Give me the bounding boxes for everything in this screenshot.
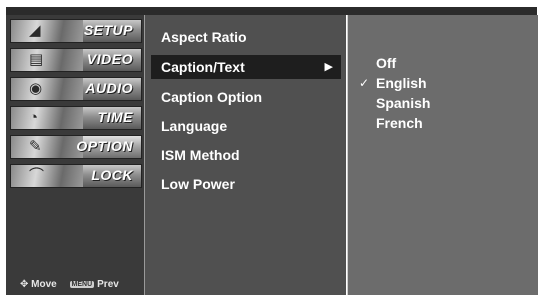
- option-menu: Aspect Ratio Caption/Text ▶ Caption Optio…: [145, 15, 346, 295]
- category-lock[interactable]: ⌒ LOCK: [10, 164, 142, 188]
- menu-key-icon: MENU: [69, 281, 95, 288]
- category-label: LOCK: [91, 167, 133, 183]
- option-icon: ✎: [29, 138, 42, 155]
- option-off[interactable]: Off: [376, 53, 396, 73]
- tv-osd-menu: ◢ SETUP ▤ VIDEO ◉ AUDIO ◔ TIME ✎ OPTION …: [0, 0, 542, 298]
- submenu-arrow-icon: ▶: [324, 61, 333, 73]
- category-time[interactable]: ◔ TIME: [10, 106, 142, 130]
- top-bar: [6, 7, 537, 15]
- category-audio[interactable]: ◉ AUDIO: [10, 77, 142, 101]
- clock-icon: ◔: [29, 109, 39, 126]
- menu-item-low-power[interactable]: Low Power: [151, 172, 341, 196]
- caption-submenu: Off ✓ English Spanish French: [347, 15, 538, 295]
- move-hint: ✥ Move: [20, 279, 57, 290]
- film-icon: ▤: [29, 51, 44, 68]
- category-sidebar: ◢ SETUP ▤ VIDEO ◉ AUDIO ◔ TIME ✎ OPTION …: [6, 15, 145, 295]
- menu-item-caption-option[interactable]: Caption Option: [151, 85, 341, 109]
- dpad-icon: ✥: [20, 279, 29, 290]
- option-french[interactable]: French: [376, 113, 423, 133]
- menu-item-aspect-ratio[interactable]: Aspect Ratio: [151, 25, 341, 49]
- menu-item-caption-text[interactable]: Caption/Text ▶: [151, 55, 341, 79]
- category-label: VIDEO: [86, 51, 133, 67]
- option-spanish[interactable]: Spanish: [376, 93, 430, 113]
- satellite-dish-icon: ◢: [29, 22, 41, 39]
- nav-hints: ✥ Move MENU Prev: [20, 279, 146, 295]
- menu-item-language[interactable]: Language: [151, 114, 341, 138]
- option-english[interactable]: ✓ English: [359, 73, 427, 93]
- category-option[interactable]: ✎ OPTION: [10, 135, 142, 159]
- prev-hint: MENU Prev: [69, 279, 119, 290]
- menu-item-ism-method[interactable]: ISM Method: [151, 143, 341, 167]
- category-label: AUDIO: [85, 80, 133, 96]
- category-label: TIME: [97, 109, 133, 125]
- category-label: SETUP: [83, 22, 133, 38]
- category-video[interactable]: ▤ VIDEO: [10, 48, 142, 72]
- lock-icon: ⌒: [29, 167, 45, 184]
- category-setup[interactable]: ◢ SETUP: [10, 19, 142, 43]
- speaker-icon: ◉: [29, 80, 43, 97]
- checkmark-icon: ✓: [359, 76, 370, 90]
- category-label: OPTION: [76, 138, 133, 154]
